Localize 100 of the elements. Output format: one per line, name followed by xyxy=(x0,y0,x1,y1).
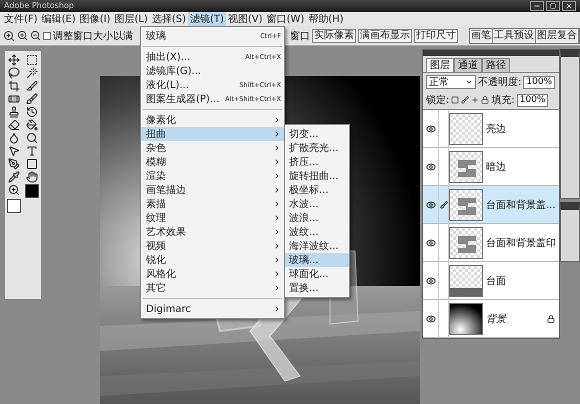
menu-item[interactable]: 扭曲 xyxy=(141,127,284,141)
option-button[interactable]: 满画布显示 xyxy=(358,28,412,42)
menu-item[interactable]: 模糊 xyxy=(141,155,284,169)
layer-row[interactable]: 亮边 xyxy=(423,110,559,148)
menu-item-label: 其它 xyxy=(146,282,166,295)
menu-item-label: 锐化 xyxy=(146,254,166,267)
menu-item[interactable]: 编辑(E) xyxy=(40,12,78,26)
brush-icon[interactable] xyxy=(26,93,38,105)
eye-icon[interactable] xyxy=(426,314,436,324)
zoom-out-icon[interactable] xyxy=(30,30,41,41)
menu-item[interactable]: 视图(V) xyxy=(226,12,265,26)
menu-item[interactable]: 波浪... xyxy=(285,211,349,225)
menu-item[interactable]: 切变... xyxy=(285,127,349,141)
menu-item[interactable]: 窗口(W) xyxy=(264,12,306,26)
menu-item[interactable]: 球面化... xyxy=(285,267,349,281)
menu-item[interactable]: 扩散亮光... xyxy=(285,141,349,155)
menu-item[interactable]: 置换... xyxy=(285,281,349,295)
layer-row[interactable]: 台面 xyxy=(423,262,559,300)
rectangle-icon[interactable] xyxy=(26,158,38,170)
fill-field[interactable]: 100% xyxy=(516,94,548,106)
droplet-icon[interactable] xyxy=(8,132,20,144)
zoom-in-icon[interactable] xyxy=(17,30,28,41)
menu-item[interactable]: 像素化 xyxy=(141,113,284,127)
layer-row[interactable]: 背景 xyxy=(423,300,559,338)
move-icon[interactable] xyxy=(8,54,20,66)
menu-item[interactable]: 艺术效果 xyxy=(141,225,284,239)
menu-item-label: 艺术效果 xyxy=(146,226,186,239)
menu-item[interactable]: 画笔描边 xyxy=(141,183,284,197)
menu-item[interactable]: 水波... xyxy=(285,197,349,211)
menu-item[interactable]: 图像(I) xyxy=(78,12,112,26)
crop-icon[interactable] xyxy=(8,80,20,92)
eyedropper-icon[interactable] xyxy=(8,171,20,183)
menu-item[interactable]: 帮助(H) xyxy=(306,12,346,26)
eye-icon[interactable] xyxy=(426,124,436,134)
panel-tab[interactable]: 图层 xyxy=(426,58,454,72)
menu-item[interactable]: 视频 xyxy=(141,239,284,253)
blend-mode-value: 正常 xyxy=(429,76,449,89)
menu-item-label: 抽出(X)... xyxy=(146,50,190,64)
eye-icon[interactable] xyxy=(426,162,436,172)
menu-item[interactable]: 锐化 xyxy=(141,253,284,267)
text-icon[interactable] xyxy=(26,145,38,157)
menu-item[interactable]: 选择(S) xyxy=(150,12,188,26)
zoom-icon[interactable] xyxy=(8,184,20,198)
minimize-button[interactable] xyxy=(530,1,544,11)
close-button[interactable] xyxy=(562,1,576,11)
menu-item[interactable]: 文件(F) xyxy=(2,12,40,26)
pen-icon[interactable] xyxy=(8,158,20,170)
bandage-icon[interactable] xyxy=(8,93,20,105)
lasso-icon[interactable] xyxy=(8,67,20,79)
lock-options-icon[interactable] xyxy=(451,96,490,104)
menu-item[interactable]: 其它 xyxy=(141,281,284,295)
menu-item-label: 滤镜库(G)... xyxy=(146,64,202,78)
layer-row[interactable]: 台面和背景盖印 xyxy=(423,224,559,262)
option-label: 窗口 xyxy=(290,30,310,42)
zoom-icon[interactable] xyxy=(3,30,15,42)
blend-mode-select[interactable]: 正常 xyxy=(426,75,476,89)
menu-item[interactable]: 玻璃... xyxy=(285,253,349,267)
menu-item[interactable]: 旋转扭曲... xyxy=(285,169,349,183)
option-button[interactable]: 打印尺寸 xyxy=(414,28,458,42)
palette-tab[interactable]: 工具预设 xyxy=(493,28,536,42)
palette-tab[interactable]: 画笔 xyxy=(470,28,493,42)
opacity-label: 不透明度: xyxy=(478,76,522,89)
menu-item[interactable]: 渲染 xyxy=(141,169,284,183)
eraser-icon[interactable] xyxy=(8,119,20,131)
menu-item[interactable]: Digimarc xyxy=(141,302,284,316)
knife-icon[interactable] xyxy=(26,80,38,92)
menu-item[interactable]: 波纹... xyxy=(285,225,349,239)
foreground-swatch[interactable] xyxy=(24,184,39,198)
history-icon[interactable] xyxy=(26,106,38,118)
background-swatch[interactable] xyxy=(7,199,22,213)
menu-item[interactable]: 杂色 xyxy=(141,141,284,155)
menu-item[interactable]: 极坐标... xyxy=(285,183,349,197)
layer-row[interactable]: 暗边 xyxy=(423,148,559,186)
eye-icon[interactable] xyxy=(426,276,436,286)
menu-item-label: 波纹... xyxy=(289,226,319,239)
layer-row[interactable]: 台面和背景盖... xyxy=(423,186,559,224)
menu-item[interactable]: 海洋波纹... xyxy=(285,239,349,253)
palette-tab[interactable]: 图层复合 xyxy=(536,28,579,42)
menu-item[interactable]: 滤镜(T) xyxy=(188,12,226,26)
menu-item[interactable]: 图层(L) xyxy=(112,12,150,26)
menu-item[interactable]: 滤镜库(G)... xyxy=(141,64,284,78)
option-button[interactable]: 实际像素 xyxy=(312,28,356,42)
wand-icon[interactable] xyxy=(26,67,38,79)
hand-icon[interactable] xyxy=(26,171,38,183)
panel-tab[interactable]: 通道 xyxy=(454,58,482,72)
checkbox[interactable] xyxy=(43,32,51,40)
menu-item[interactable]: 纹理 xyxy=(141,211,284,225)
pointer-icon[interactable] xyxy=(8,145,20,157)
eye-icon[interactable] xyxy=(426,238,436,248)
maximize-button[interactable] xyxy=(546,1,560,11)
opacity-field[interactable]: 100% xyxy=(523,76,556,88)
bucket-icon[interactable] xyxy=(26,119,38,131)
menu-item[interactable]: 风格化 xyxy=(141,267,284,281)
marquee-icon[interactable] xyxy=(26,54,38,66)
search-icon[interactable] xyxy=(26,132,38,144)
menu-item[interactable]: 挤压... xyxy=(285,155,349,169)
eye-icon[interactable] xyxy=(426,200,436,210)
menu-item[interactable]: 素描 xyxy=(141,197,284,211)
stamp-icon[interactable] xyxy=(8,106,20,118)
panel-tab[interactable]: 路径 xyxy=(482,58,510,72)
